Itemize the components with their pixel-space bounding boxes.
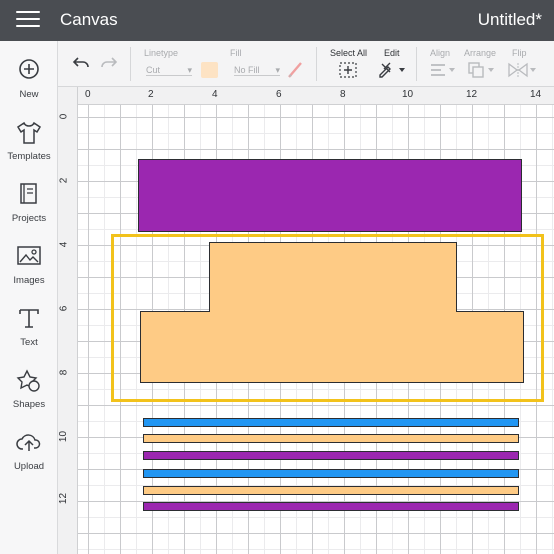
ruler-tick-label: 12 [466, 89, 478, 100]
ruler-tick-label: 0 [58, 113, 70, 120]
arrange-label: Arrange [464, 48, 497, 58]
sidebar-item-text[interactable]: Text [0, 305, 58, 361]
fill-label: Fill [230, 48, 242, 58]
pen-color-icon[interactable] [287, 61, 303, 79]
flip-icon[interactable] [508, 62, 538, 78]
ruler-tick-label: 6 [58, 305, 70, 312]
ruler-tick-label: 14 [530, 89, 542, 100]
sidebar-item-shapes[interactable]: Shapes [0, 367, 58, 423]
chevron-down-icon: ▾ [187, 65, 192, 75]
projects-icon [20, 183, 37, 204]
ruler-tick-label: 2 [58, 177, 70, 184]
toolbar-divider [416, 47, 417, 81]
purple-stripe[interactable] [143, 451, 519, 460]
selection-bounding-box[interactable] [111, 234, 544, 402]
shapes-icon [16, 369, 40, 392]
text-icon [19, 309, 39, 328]
ruler-tick-label: 8 [340, 89, 346, 100]
ruler-tick-label: 2 [148, 89, 154, 100]
fill-value: No Fill [234, 65, 260, 75]
ruler-tick-label: 6 [276, 89, 282, 100]
document-title[interactable]: Untitled* [478, 10, 542, 30]
ruler-tick-label: 4 [212, 89, 218, 100]
sidebar-item-templates[interactable]: Templates [0, 119, 58, 175]
chevron-down-icon: ▾ [275, 65, 280, 75]
tshirt-icon [16, 121, 42, 144]
flip-label: Flip [512, 48, 527, 58]
plus-circle-icon [19, 59, 39, 79]
arrange-icon[interactable] [468, 62, 496, 78]
sidebar-item-images[interactable]: Images [0, 243, 58, 299]
sidebar-item-label: Templates [7, 151, 51, 162]
app-title: Canvas [60, 10, 118, 29]
ruler-tick-label: 4 [58, 241, 70, 248]
design-canvas[interactable] [78, 105, 554, 554]
sidebar-item-upload[interactable]: Upload [0, 429, 58, 485]
sidebar-item-label: Projects [11, 213, 47, 224]
align-label: Align [430, 48, 451, 58]
toolbar-divider [316, 47, 317, 81]
sidebar-item-label: Text [20, 337, 38, 348]
ruler-tick-label: 8 [58, 369, 70, 376]
left-sidebar: New Templates Projects Images Text Shape… [0, 41, 58, 554]
edit-label: Edit [384, 48, 400, 58]
purple-rectangle[interactable] [138, 159, 522, 232]
cloud-upload-icon [16, 434, 41, 451]
blue-stripe[interactable] [143, 418, 519, 427]
peach-stripe[interactable] [143, 486, 519, 495]
ruler-tick-label: 10 [58, 430, 70, 443]
fill-select[interactable]: No Fill ▾ [234, 65, 280, 76]
purple-stripe[interactable] [143, 502, 519, 511]
sidebar-item-label: Shapes [12, 399, 46, 410]
horizontal-ruler: 0 2 4 6 8 10 12 14 [78, 87, 554, 105]
fill-color-swatch[interactable] [201, 62, 218, 78]
undo-icon[interactable] [72, 55, 90, 71]
sidebar-item-label: New [19, 89, 39, 100]
image-icon [17, 246, 41, 265]
linetype-select[interactable]: Cut ▾ [146, 65, 192, 76]
linetype-value: Cut [146, 65, 161, 75]
select-all-button[interactable] [339, 62, 357, 78]
edit-toolbar: Linetype Cut ▾ Fill No Fill ▾ Select All… [58, 41, 554, 87]
sidebar-item-new[interactable]: New [0, 57, 58, 113]
ruler-tick-label: 12 [58, 492, 70, 505]
peach-stripe[interactable] [143, 434, 519, 443]
ruler-tick-label: 10 [402, 89, 414, 100]
sidebar-item-label: Images [13, 275, 45, 286]
sidebar-item-projects[interactable]: Projects [0, 181, 58, 237]
align-icon[interactable] [430, 63, 456, 77]
edit-tools-button[interactable] [378, 61, 406, 79]
redo-icon[interactable] [100, 55, 118, 71]
linetype-label: Linetype [144, 48, 179, 58]
select-all-label: Select All [330, 48, 368, 58]
hamburger-menu-icon[interactable] [16, 11, 40, 31]
sidebar-item-label: Upload [13, 461, 45, 472]
ruler-tick-label: 0 [85, 89, 91, 100]
top-bar: Canvas Untitled* [0, 0, 554, 41]
toolbar-divider [130, 47, 131, 81]
vertical-ruler: 0 2 4 6 8 10 12 [58, 87, 78, 554]
blue-stripe[interactable] [143, 469, 519, 478]
